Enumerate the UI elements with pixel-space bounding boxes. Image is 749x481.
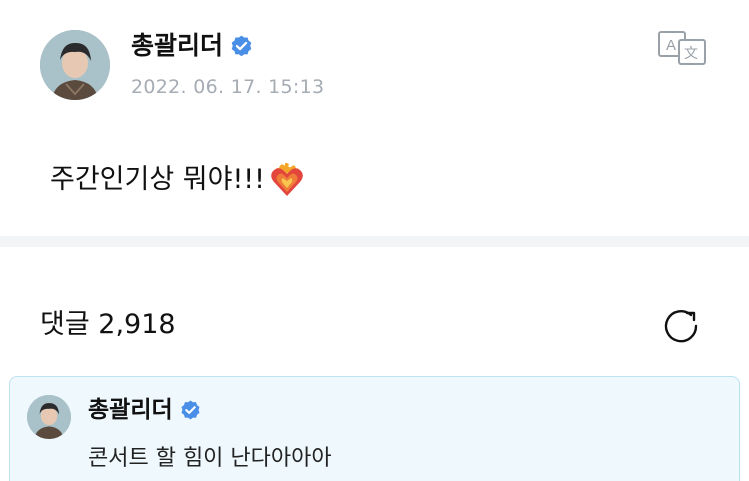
translate-button[interactable]: A 文 [657, 30, 707, 66]
post-timestamp: 2022. 06. 17. 15:13 [131, 76, 325, 98]
post-body: 주간인기상 뭐야!!! [50, 160, 305, 200]
comment-author-row: 총괄리더 [88, 394, 202, 426]
author-name[interactable]: 총괄리더 [131, 30, 223, 62]
avatar-image [40, 30, 110, 100]
post-page: 총괄리더 2022. 06. 17. 15:13 A 文 주간인기상 뭐야!!!… [0, 0, 749, 481]
author-name-row: 총괄리더 [131, 30, 254, 62]
svg-text:A: A [666, 37, 676, 54]
post-text: 주간인기상 뭐야!!! [50, 164, 265, 195]
author-avatar[interactable] [40, 30, 110, 100]
verified-badge-icon [181, 399, 200, 419]
heart-on-fire-icon [271, 162, 303, 196]
verified-badge-icon [231, 35, 252, 56]
comment-author-name[interactable]: 총괄리더 [88, 394, 173, 426]
svg-text:文: 文 [684, 46, 698, 62]
comment-avatar-image [27, 395, 71, 439]
translate-icon: A 文 [658, 31, 706, 65]
section-divider [0, 236, 749, 247]
comment-text: 콘서트 할 힘이 난다아아아 [88, 446, 332, 471]
comment-author-avatar[interactable] [27, 395, 71, 439]
comment-count: 댓글 2,918 [40, 309, 176, 340]
refresh-button[interactable] [661, 306, 703, 346]
refresh-icon [664, 310, 698, 343]
